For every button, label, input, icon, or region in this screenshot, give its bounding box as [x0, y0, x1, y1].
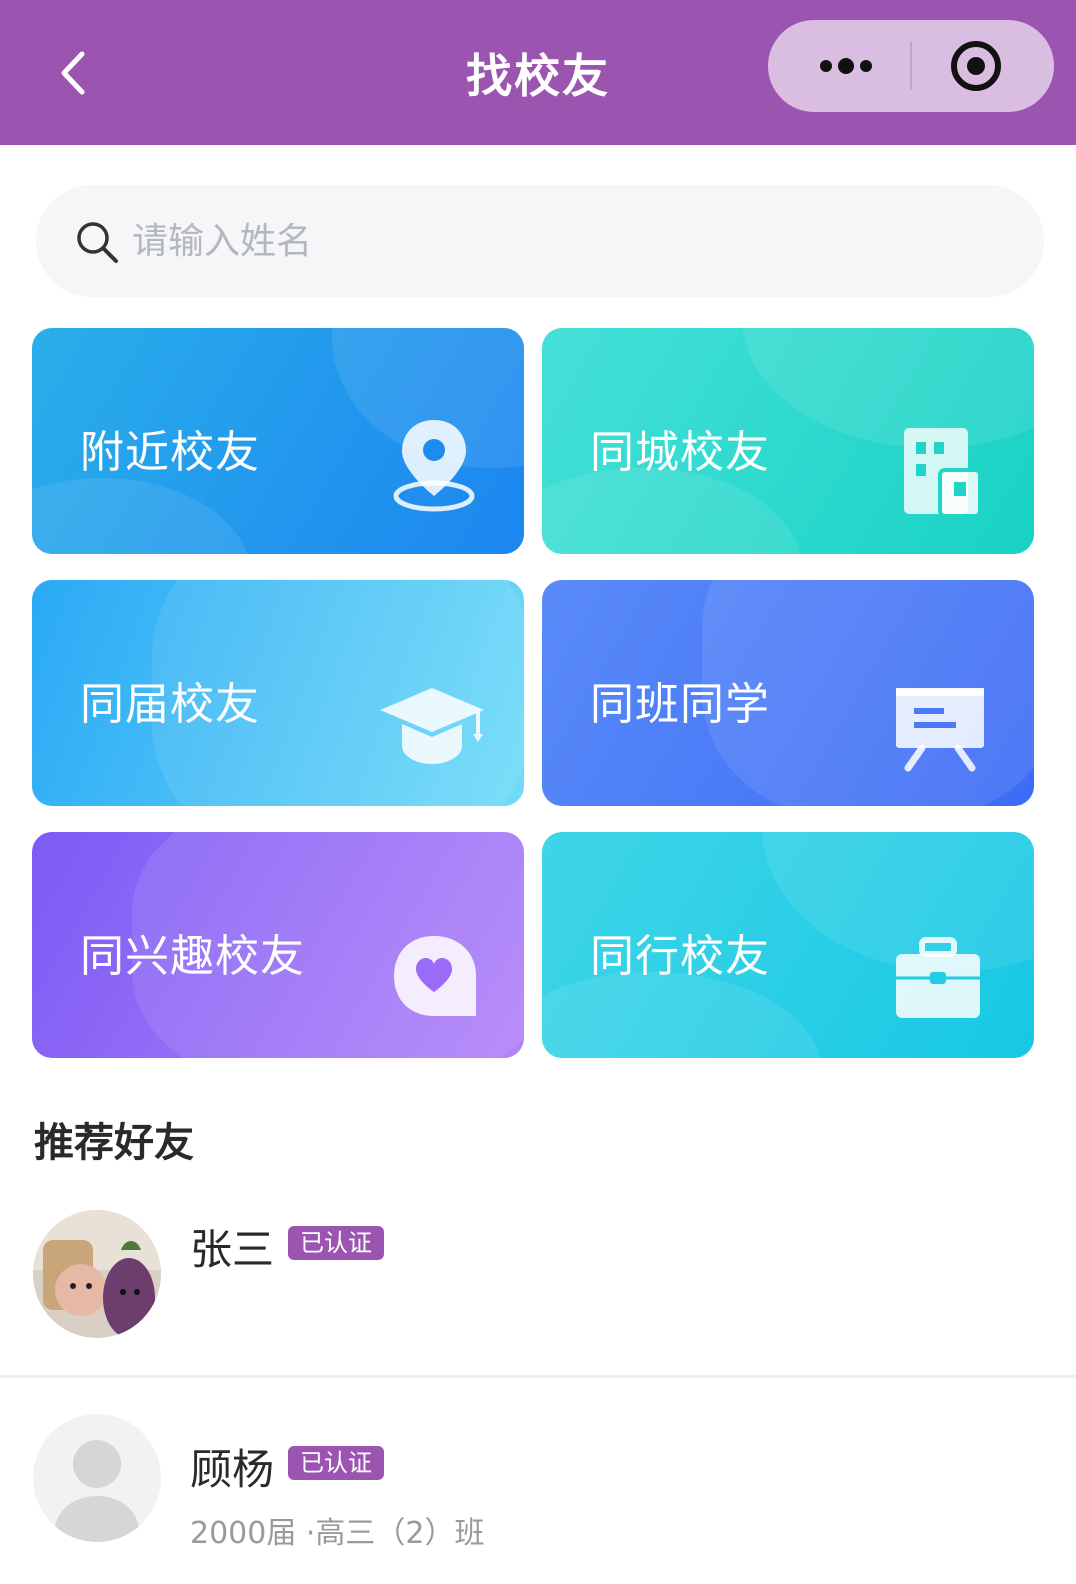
friend-class-info: 2000届 ·高三（2）班 [190, 1516, 485, 1551]
search-input[interactable] [132, 205, 992, 277]
friend-list-item[interactable]: 顾杨 已认证 2000届 ·高三（2）班 [0, 1414, 1076, 1584]
card-classmates[interactable]: 同班同学 [542, 580, 1034, 806]
capsule-menu [768, 20, 1054, 112]
briefcase-icon [896, 937, 980, 1018]
verified-badge: 已认证 [288, 1446, 384, 1480]
graduation-cap-icon [380, 688, 484, 764]
card-label: 同城校友 [590, 427, 770, 478]
card-same-year-alumni[interactable]: 同届校友 [32, 580, 524, 806]
avatar [33, 1414, 161, 1542]
card-label: 同届校友 [80, 679, 260, 730]
avatar [33, 1210, 161, 1338]
capsule-divider [910, 42, 912, 90]
location-pin-icon [393, 420, 475, 512]
card-same-interest-alumni[interactable]: 同兴趣校友 [32, 832, 524, 1058]
search-bar [36, 185, 1044, 297]
building-icon [904, 428, 982, 518]
friend-list-item[interactable]: 张三 已认证 [0, 1200, 1076, 1378]
card-same-industry-alumni[interactable]: 同行校友 [542, 832, 1034, 1058]
heart-bubble-icon [394, 936, 476, 1016]
search-icon [77, 222, 118, 263]
card-label: 同行校友 [590, 931, 770, 982]
close-button[interactable] [928, 36, 1038, 96]
top-bar: 找校友 [0, 0, 1076, 145]
card-label: 附近校友 [80, 427, 260, 478]
target-circle-icon [951, 41, 1001, 91]
presentation-board-icon [896, 688, 984, 772]
card-label: 同兴趣校友 [80, 931, 305, 982]
more-dots-icon [820, 58, 872, 74]
card-label: 同班同学 [590, 679, 770, 730]
friend-name: 顾杨 [190, 1445, 275, 1494]
recommend-section-title: 推荐好友 [34, 1120, 194, 1166]
more-button[interactable] [788, 36, 898, 96]
card-same-city-alumni[interactable]: 同城校友 [542, 328, 1034, 554]
verified-badge: 已认证 [288, 1226, 384, 1260]
card-nearby-alumni[interactable]: 附近校友 [32, 328, 524, 554]
friend-name: 张三 [190, 1225, 275, 1274]
